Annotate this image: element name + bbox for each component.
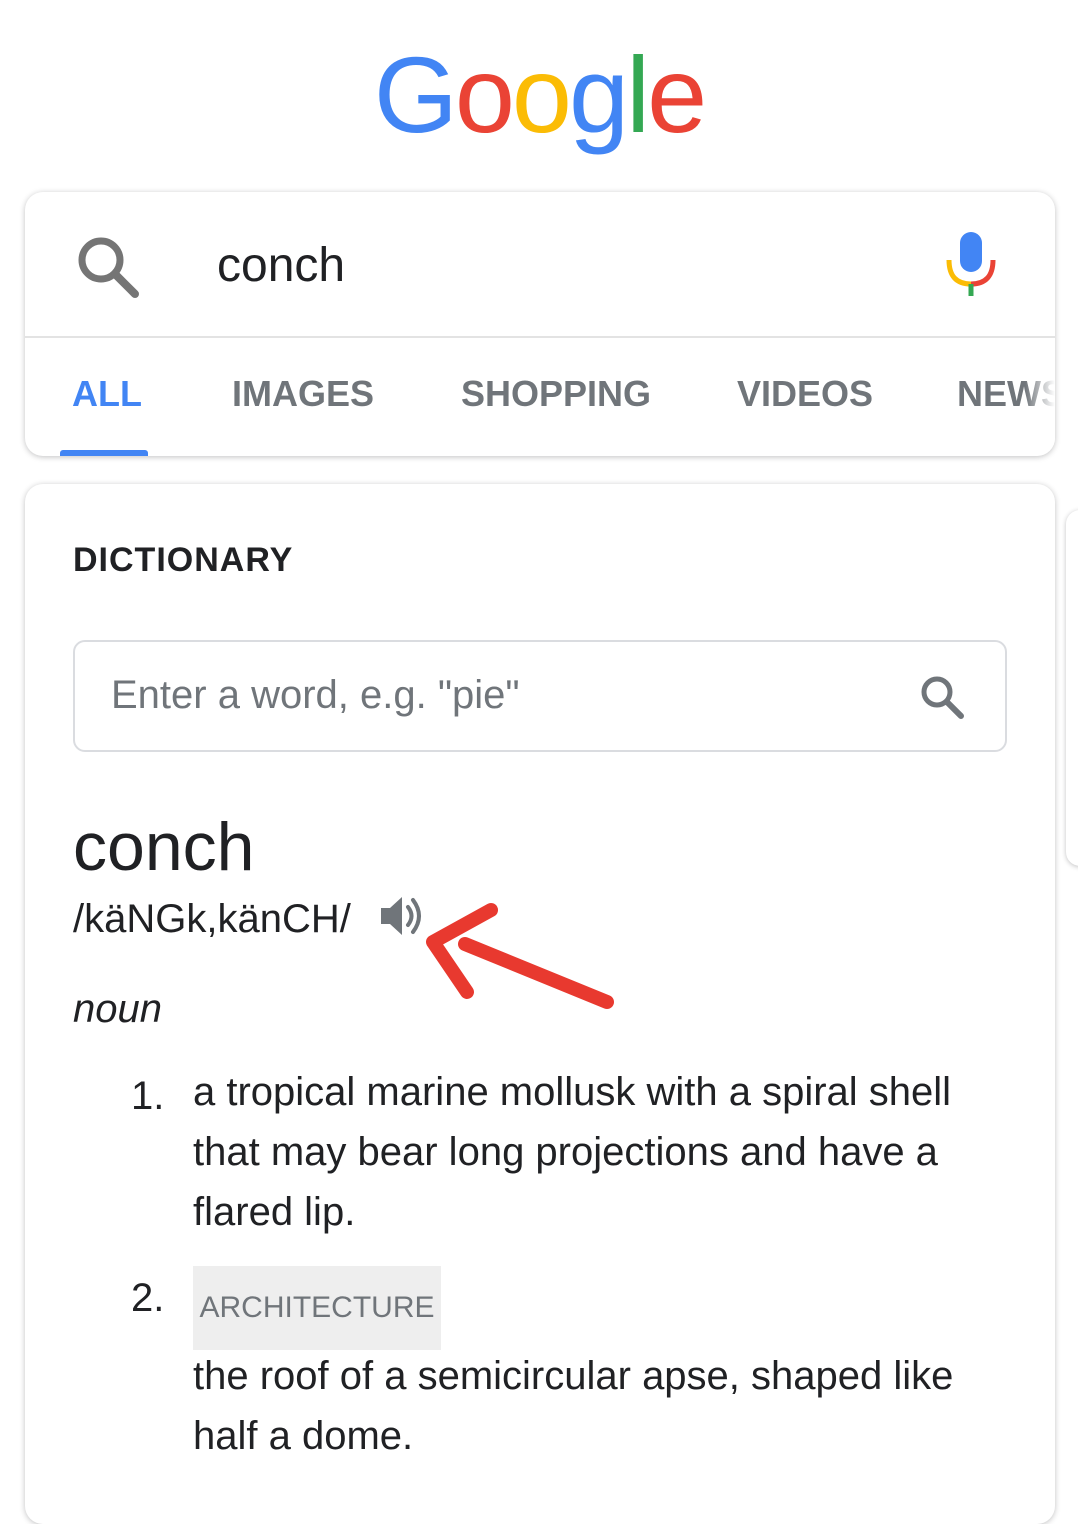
dictionary-word: conch — [73, 809, 255, 885]
search-card: conch ALL IMAGES SHOPPING VIDEOS NEWS — [25, 192, 1055, 456]
speaker-icon[interactable] — [377, 890, 427, 942]
dictionary-search-input[interactable] — [111, 664, 891, 726]
search-icon[interactable] — [917, 672, 967, 722]
tab-images[interactable]: IMAGES — [232, 372, 374, 416]
definition-number: 1. — [131, 1074, 165, 1118]
next-card-peek[interactable] — [1066, 510, 1078, 866]
mic-icon[interactable] — [943, 230, 999, 298]
definition-number: 2. — [131, 1276, 165, 1320]
part-of-speech: noun — [73, 987, 162, 1031]
definition-label-chip: ARCHITECTURE — [193, 1266, 441, 1350]
logo-letter-g: G — [373, 34, 458, 155]
logo-letter-l: l — [626, 34, 650, 155]
dictionary-card: DICTIONARY conch /käNGk,känCH/ noun 1. a… — [25, 484, 1055, 1524]
definition-text: the roof of a semicircular apse, shaped … — [193, 1354, 954, 1458]
google-logo: Google — [0, 40, 1078, 150]
logo-letter-o2: o — [511, 34, 572, 155]
tab-all[interactable]: ALL — [72, 372, 142, 416]
dictionary-title: DICTIONARY — [73, 541, 294, 579]
search-bar[interactable]: conch — [25, 192, 1055, 336]
annotation-arrow — [426, 903, 614, 1009]
logo-letter-e: e — [647, 34, 707, 155]
tab-shopping[interactable]: SHOPPING — [461, 372, 651, 416]
tab-videos[interactable]: VIDEOS — [737, 372, 873, 416]
search-icon[interactable] — [73, 232, 143, 302]
search-query[interactable]: conch — [217, 232, 345, 300]
dictionary-search-box[interactable] — [73, 640, 1007, 752]
logo-letter-o1: o — [454, 34, 515, 155]
logo-letter-g2: g — [569, 34, 629, 155]
active-tab-indicator — [60, 450, 148, 456]
search-tabs: ALL IMAGES SHOPPING VIDEOS NEWS — [25, 338, 1055, 456]
pronunciation: /käNGk,känCH/ — [73, 897, 351, 941]
definition-text: a tropical marine mollusk with a spiral … — [193, 1070, 952, 1234]
tabs-fade — [1025, 338, 1055, 456]
